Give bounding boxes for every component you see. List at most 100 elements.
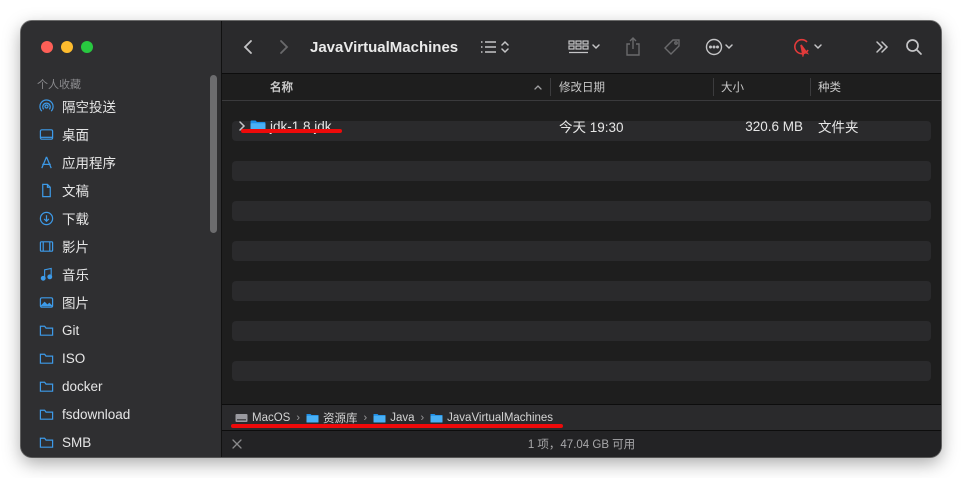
share-icon bbox=[626, 37, 640, 56]
list-view-icon bbox=[481, 41, 496, 53]
minimize-window-button[interactable] bbox=[61, 41, 73, 53]
finder-window: 个人收藏 隔空投送 桌面 应用程序 文稿 下载 影片 音乐 图片 Git ISO… bbox=[21, 21, 941, 457]
chevron-down-icon bbox=[592, 44, 600, 50]
path-crumb-jvm[interactable]: JavaVirtualMachines bbox=[430, 412, 553, 424]
sidebar-item-label: 文稿 bbox=[62, 184, 89, 199]
folder-icon bbox=[38, 434, 54, 450]
sidebar-scrollbar[interactable] bbox=[210, 75, 217, 233]
close-window-button[interactable] bbox=[41, 41, 53, 53]
path-crumb-label: Java bbox=[390, 412, 415, 424]
sidebar-item-label: fsdownload bbox=[62, 406, 131, 422]
sidebar-item-label: 桌面 bbox=[62, 128, 89, 143]
sidebar-item-label: 图片 bbox=[62, 296, 89, 311]
column-header: 名称 修改日期 大小 种类 bbox=[222, 74, 941, 101]
sidebar-item-desktop[interactable]: 桌面 bbox=[21, 120, 211, 148]
sidebar-item-movies[interactable]: 影片 bbox=[21, 232, 211, 260]
column-separator[interactable] bbox=[550, 78, 551, 96]
download-icon bbox=[38, 210, 54, 226]
sidebar-item-label: SMB bbox=[62, 434, 92, 450]
sidebar-item-airdrop[interactable]: 隔空投送 bbox=[21, 92, 211, 120]
folder-icon bbox=[38, 350, 54, 366]
list-row-empty bbox=[232, 181, 931, 201]
column-separator[interactable] bbox=[713, 78, 714, 96]
column-size[interactable]: 大小 bbox=[721, 74, 744, 100]
document-icon bbox=[38, 182, 54, 198]
share-button[interactable] bbox=[624, 21, 642, 73]
action-button[interactable] bbox=[705, 21, 735, 73]
back-button[interactable] bbox=[242, 21, 254, 73]
sidebar-item-documents[interactable]: 文稿 bbox=[21, 176, 211, 204]
applications-icon bbox=[38, 154, 54, 170]
path-crumb-label: JavaVirtualMachines bbox=[447, 412, 554, 424]
annotation-underline-file bbox=[241, 129, 342, 133]
sort-ascending-icon[interactable] bbox=[533, 74, 543, 100]
folder-icon bbox=[38, 378, 54, 394]
more-toolbar-button[interactable] bbox=[874, 21, 890, 73]
sidebar-item-applications[interactable]: 应用程序 bbox=[21, 148, 211, 176]
sidebar-item-label: Git bbox=[62, 322, 80, 338]
list-row-empty bbox=[232, 241, 931, 261]
folder-icon bbox=[250, 115, 266, 137]
sidebar-item-downloads[interactable]: 下载 bbox=[21, 204, 211, 232]
main-pane: JavaVirtualMachines 名称 修改日期 大小 种类 jdk-1.… bbox=[222, 21, 941, 457]
path-separator-icon: › bbox=[363, 412, 368, 424]
extension-button[interactable] bbox=[792, 21, 824, 73]
sidebar-item-label: 影片 bbox=[62, 240, 89, 255]
desktop-icon bbox=[38, 126, 54, 142]
sidebar-item-label: 应用程序 bbox=[62, 156, 116, 171]
grid-group-icon bbox=[568, 40, 589, 54]
path-crumb-label: MacOS bbox=[252, 412, 291, 424]
chevron-down-icon bbox=[814, 44, 822, 50]
list-row-empty bbox=[232, 221, 931, 241]
chevron-down-icon bbox=[725, 44, 733, 50]
tag-button[interactable] bbox=[662, 21, 682, 73]
forward-button[interactable] bbox=[278, 21, 290, 73]
sidebar-item-git[interactable]: Git bbox=[21, 316, 211, 344]
path-separator-icon: › bbox=[296, 412, 301, 424]
folder-icon bbox=[430, 414, 443, 423]
list-row-empty bbox=[232, 321, 931, 341]
folder-icon bbox=[38, 406, 54, 422]
folder-icon bbox=[373, 414, 386, 423]
sidebar-item-label: 隔空投送 bbox=[62, 100, 116, 115]
ellipsis-circle-icon bbox=[705, 38, 723, 56]
sidebar-section-favorites: 个人收藏 bbox=[37, 79, 81, 91]
path-separator-icon: › bbox=[420, 412, 425, 424]
sidebar-item-docker[interactable]: docker bbox=[21, 372, 211, 400]
search-button[interactable] bbox=[905, 21, 923, 73]
group-button[interactable] bbox=[568, 21, 602, 73]
path-crumb-disk[interactable]: MacOS bbox=[235, 412, 290, 424]
list-row-empty bbox=[232, 341, 931, 361]
folder-icon bbox=[38, 322, 54, 338]
file-kind: 文件夹 bbox=[818, 120, 859, 135]
sidebar-item-label: ISO bbox=[62, 350, 86, 366]
sidebar-item-fsdownload[interactable]: fsdownload bbox=[21, 400, 211, 428]
sidebar-item-pictures[interactable]: 图片 bbox=[21, 288, 211, 316]
chevron-left-icon bbox=[243, 40, 252, 54]
file-row[interactable]: jdk-1.8.jdk 今天 19:30 320.6 MB 文件夹 bbox=[222, 115, 941, 137]
chevron-updown-icon bbox=[501, 40, 509, 54]
sidebar-item-iso[interactable]: ISO bbox=[21, 344, 211, 372]
list-row-empty bbox=[232, 281, 931, 301]
column-name[interactable]: 名称 bbox=[270, 74, 293, 100]
column-modified[interactable]: 修改日期 bbox=[559, 74, 605, 100]
column-kind[interactable]: 种类 bbox=[818, 74, 841, 100]
sidebar-item-music[interactable]: 音乐 bbox=[21, 260, 211, 288]
zoom-window-button[interactable] bbox=[81, 41, 93, 53]
view-options-button[interactable] bbox=[480, 21, 510, 73]
list-row-empty bbox=[232, 301, 931, 321]
file-size: 320.6 MB bbox=[745, 118, 803, 134]
list-row-empty bbox=[232, 361, 931, 381]
disclosure-chevron-icon[interactable] bbox=[238, 115, 246, 137]
annotation-underline-path bbox=[231, 424, 563, 428]
list-row-empty bbox=[232, 161, 931, 181]
path-crumb-java[interactable]: Java bbox=[373, 412, 414, 424]
folder-icon bbox=[306, 414, 319, 423]
tag-icon bbox=[664, 39, 680, 55]
sidebar-item-smb[interactable]: SMB bbox=[21, 428, 211, 456]
column-separator[interactable] bbox=[810, 78, 811, 96]
list-row-empty bbox=[232, 381, 931, 401]
file-modified: 今天 19:30 bbox=[559, 120, 624, 135]
list-row-empty bbox=[232, 261, 931, 281]
window-title: JavaVirtualMachines bbox=[310, 38, 459, 56]
